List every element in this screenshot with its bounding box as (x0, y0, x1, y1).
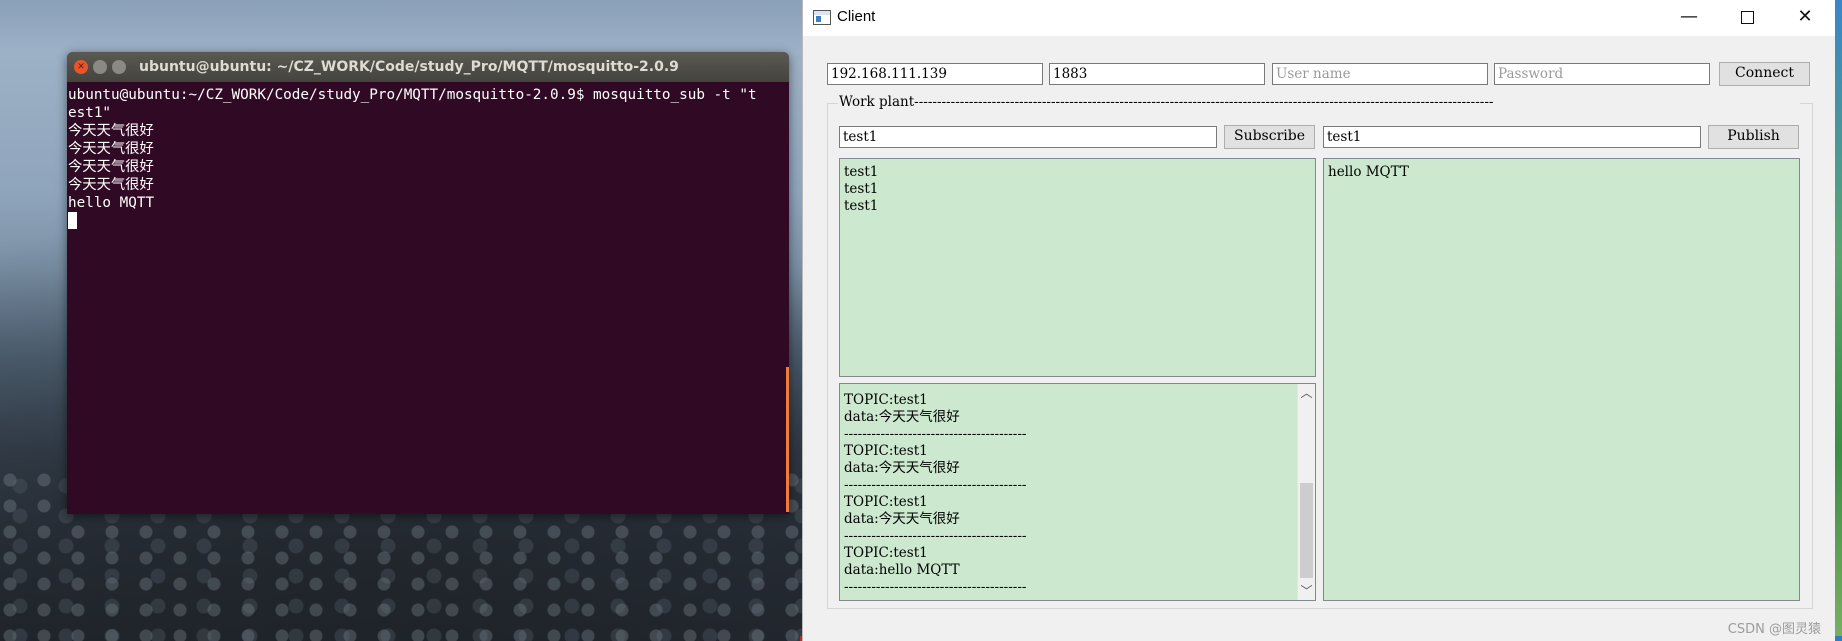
desktop-edge-strip (1834, 0, 1842, 641)
message-line: TOPIC:test1 (844, 545, 928, 561)
terminal-minimize-icon[interactable] (93, 60, 107, 74)
message-line: data:hello MQTT (844, 562, 960, 578)
host-input[interactable]: 192.168.111.139 (827, 63, 1043, 85)
scroll-up-icon[interactable]: ︿ (1298, 384, 1315, 402)
terminal-line: hello MQTT (68, 195, 155, 211)
message-line: TOPIC:test1 (844, 443, 928, 459)
client-window[interactable]: Client — ✕ 192.168.111.139 1883 User nam… (802, 0, 1835, 641)
terminal-line: est1" (68, 105, 112, 121)
terminal-titlebar[interactable]: ✕ ubuntu@ubuntu: ~/CZ_WORK/Code/study_Pr… (67, 52, 789, 82)
message-line: ---------------------------------------- (844, 579, 1027, 595)
received-messages-log[interactable]: TOPIC:test1 data:今天天气很好 ------------------… (839, 383, 1316, 601)
message-line: data:今天天气很好 (844, 409, 960, 425)
client-title: Client (837, 8, 876, 25)
terminal-line: 今天天气很好 (68, 141, 154, 157)
list-item: test1 (844, 181, 879, 197)
message-line: data:今天天气很好 (844, 511, 960, 527)
terminal-line: 今天天气很好 (68, 123, 154, 139)
terminal-window[interactable]: ✕ ubuntu@ubuntu: ~/CZ_WORK/Code/study_Pr… (67, 52, 789, 514)
subscribed-topics-list[interactable]: test1 test1 test1 (839, 158, 1316, 377)
list-item: test1 (844, 164, 879, 180)
messages-scrollbar[interactable]: ︿ ﹀ (1297, 384, 1315, 600)
work-plant-label: Work plant------------------------------… (838, 94, 1800, 110)
message-line: data:今天天气很好 (844, 460, 960, 476)
publish-message-text: hello MQTT (1328, 164, 1409, 180)
terminal-title: ubuntu@ubuntu: ~/CZ_WORK/Code/study_Pro/… (139, 59, 679, 75)
port-input[interactable]: 1883 (1049, 63, 1265, 85)
password-input[interactable]: Password (1494, 63, 1710, 85)
terminal-close-icon[interactable]: ✕ (74, 60, 88, 74)
client-titlebar[interactable]: Client — ✕ (803, 0, 1835, 36)
list-item: test1 (844, 198, 879, 214)
message-line: TOPIC:test1 (844, 392, 928, 408)
message-line: ---------------------------------------- (844, 426, 1027, 442)
publish-topic-input[interactable]: test1 (1323, 126, 1701, 148)
connect-button[interactable]: Connect (1719, 62, 1810, 86)
terminal-line: 今天天气很好 (68, 177, 154, 193)
watermark: CSDN @图灵猿 (1727, 622, 1821, 637)
publish-button[interactable]: Publish (1708, 125, 1799, 149)
maximize-icon[interactable] (1718, 0, 1776, 36)
scroll-down-icon[interactable]: ﹀ (1298, 582, 1315, 600)
username-input[interactable]: User name (1272, 63, 1488, 85)
app-window-icon (813, 10, 831, 25)
terminal-line: 今天天气很好 (68, 159, 154, 175)
close-icon[interactable]: ✕ (1776, 0, 1834, 36)
publish-message-editor[interactable]: hello MQTT (1323, 158, 1800, 601)
terminal-cursor (68, 212, 77, 229)
message-line: ---------------------------------------- (844, 528, 1027, 544)
terminal-screen[interactable]: ubuntu@ubuntu:~/CZ_WORK/Code/study_Pro/M… (67, 82, 789, 506)
minimize-icon[interactable]: — (1660, 0, 1718, 36)
terminal-scroll-indicator (786, 367, 789, 512)
message-line: ---------------------------------------- (844, 477, 1027, 493)
message-line: TOPIC:test1 (844, 494, 928, 510)
terminal-line: ubuntu@ubuntu:~/CZ_WORK/Code/study_Pro/M… (68, 87, 757, 103)
subscribe-topic-input[interactable]: test1 (839, 126, 1217, 148)
subscribe-button[interactable]: Subscribe (1224, 125, 1315, 149)
terminal-maximize-icon[interactable] (112, 60, 126, 74)
scrollbar-thumb[interactable] (1300, 482, 1313, 578)
